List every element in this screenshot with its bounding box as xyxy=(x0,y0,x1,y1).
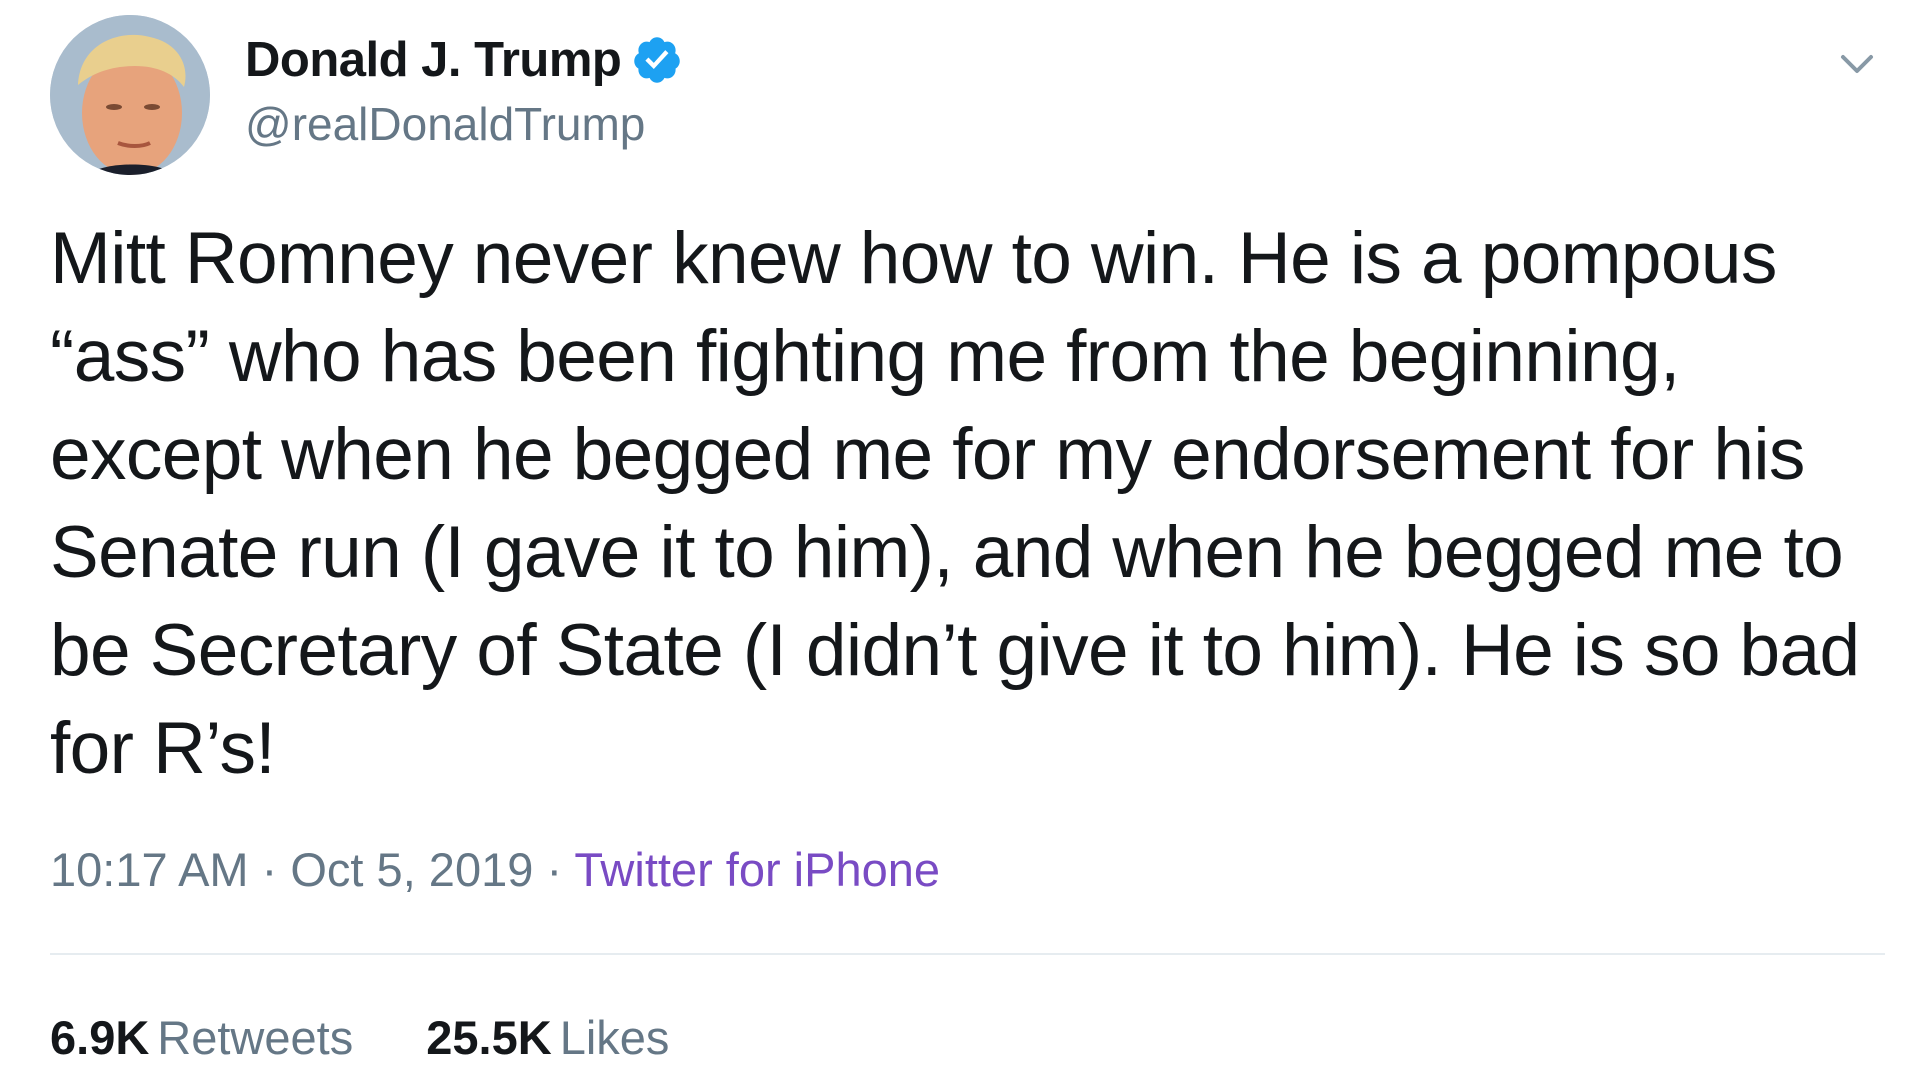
tweet-meta: 10:17 AM · Oct 5, 2019 · Twitter for iPh… xyxy=(50,842,940,897)
likes-count: 25.5K xyxy=(426,1011,552,1064)
tweet-source-link[interactable]: Twitter for iPhone xyxy=(574,843,940,896)
avatar[interactable] xyxy=(50,15,210,175)
retweets-stat[interactable]: 6.9K Retweets xyxy=(50,1011,366,1064)
tweet-time[interactable]: 10:17 AM xyxy=(50,843,249,896)
divider xyxy=(50,953,1885,955)
tweet-text: Mitt Romney never knew how to win. He is… xyxy=(50,218,1860,789)
retweets-count: 6.9K xyxy=(50,1011,150,1064)
tweet-stats: 6.9K Retweets 25.5K Likes xyxy=(50,1010,669,1065)
user-handle[interactable]: @realDonaldTrump xyxy=(245,97,683,151)
profile-photo xyxy=(50,15,210,175)
likes-label: Likes xyxy=(559,1011,670,1064)
tweet-card: Donald J. Trump @realDonaldTrump Mitt Ro… xyxy=(15,0,1905,1080)
meta-separator: · xyxy=(546,843,563,896)
retweets-label: Retweets xyxy=(157,1011,354,1064)
verified-badge-icon xyxy=(634,37,681,83)
chevron-down-icon[interactable] xyxy=(1829,35,1885,91)
meta-separator: · xyxy=(261,843,278,896)
name-row: Donald J. Trump xyxy=(245,29,683,91)
likes-stat[interactable]: 25.5K Likes xyxy=(426,1011,669,1064)
name-block: Donald J. Trump @realDonaldTrump xyxy=(245,29,683,151)
tweet-header: Donald J. Trump @realDonaldTrump xyxy=(50,15,1885,175)
display-name[interactable]: Donald J. Trump xyxy=(245,32,622,88)
tweet-date[interactable]: Oct 5, 2019 xyxy=(290,843,533,896)
